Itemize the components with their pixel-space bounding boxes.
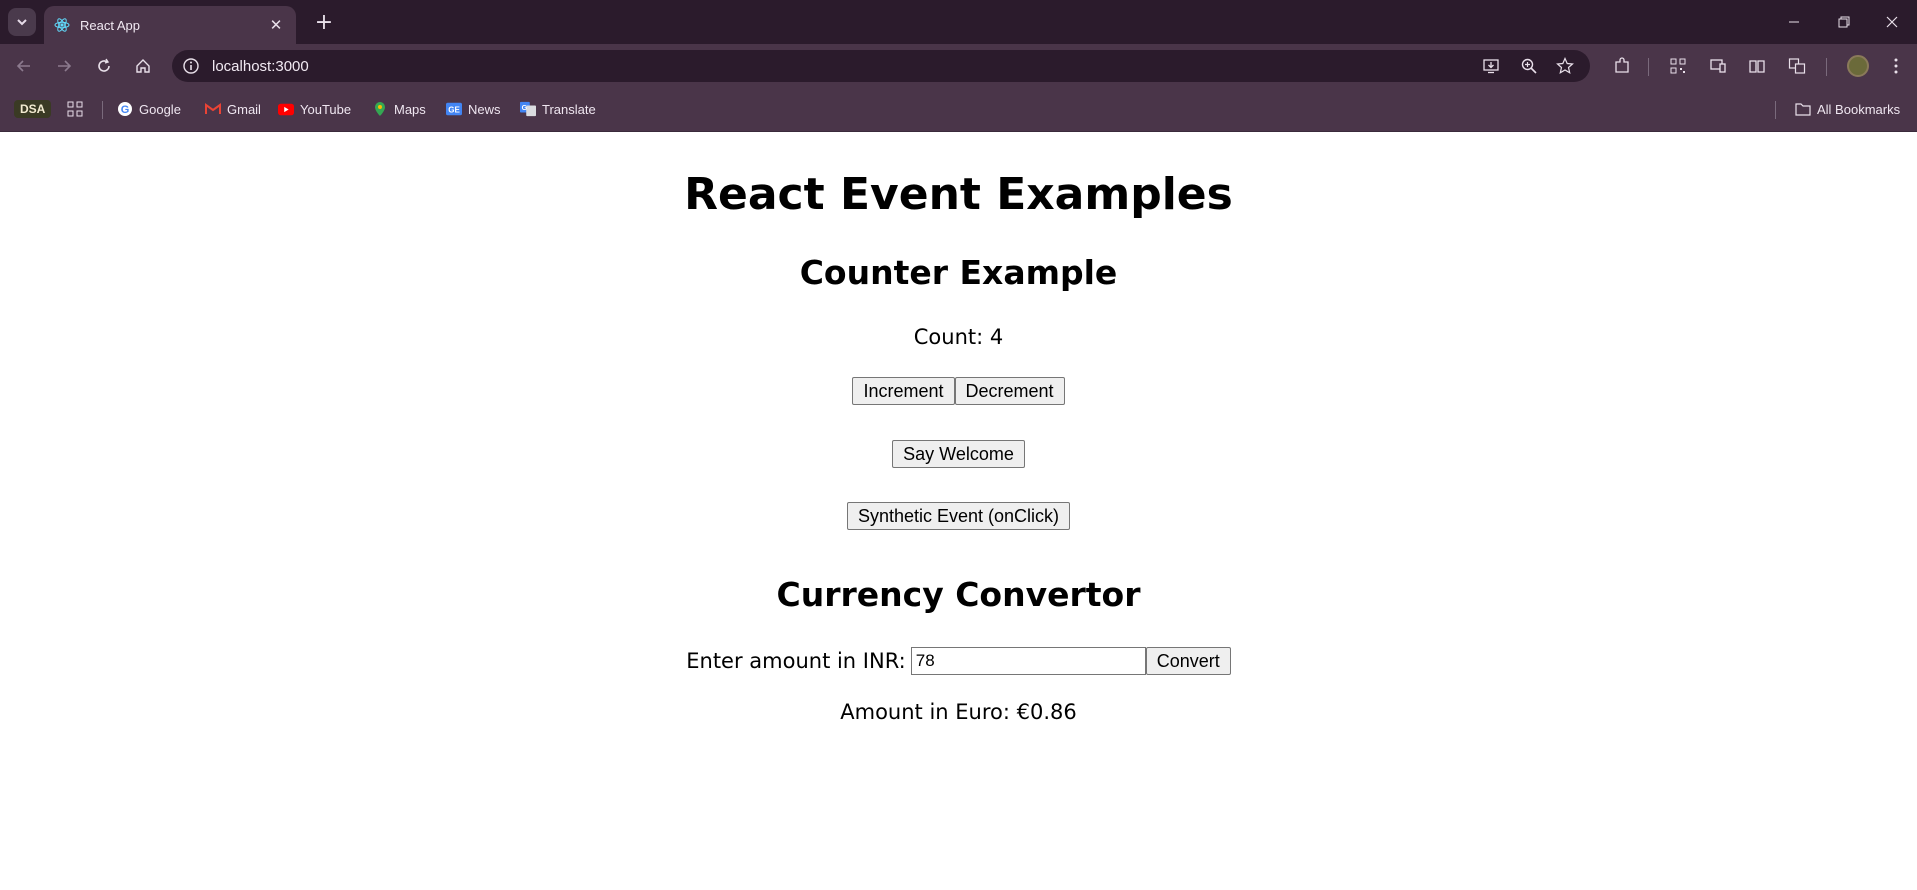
inr-input-label: Enter amount in INR:: [686, 649, 906, 673]
apps-grid-icon: [67, 101, 83, 117]
say-welcome-button[interactable]: Say Welcome: [892, 440, 1025, 468]
menu-kebab-icon[interactable]: [1887, 57, 1905, 75]
page-title: React Event Examples: [684, 169, 1233, 220]
address-bar[interactable]: localhost:3000: [172, 50, 1590, 82]
restore-icon: [1838, 16, 1850, 28]
bookmarks-bar: DSA G Google Gmail YouTube Maps GE News …: [0, 88, 1917, 132]
bookmark-google[interactable]: G Google: [117, 98, 181, 120]
bookmark-label: Google: [139, 101, 181, 117]
bookmark-label: Translate: [542, 101, 596, 117]
install-app-icon[interactable]: [1482, 57, 1500, 75]
translate-icon[interactable]: [1788, 57, 1806, 75]
bookmark-label: DSA: [14, 100, 52, 118]
welcome-row: Say Welcome: [0, 440, 1917, 468]
inr-amount-input[interactable]: [910, 647, 1146, 675]
euro-result: Amount in Euro: €0.86: [840, 700, 1077, 724]
reload-button[interactable]: [90, 52, 118, 80]
back-arrow-icon: [16, 60, 30, 72]
restore-button[interactable]: [1819, 0, 1869, 44]
bookmark-label: Maps: [394, 101, 426, 117]
bookmark-maps[interactable]: Maps: [372, 98, 426, 120]
currency-heading: Currency Convertor: [776, 575, 1141, 614]
react-logo-icon: [54, 18, 70, 32]
forward-arrow-icon: [58, 60, 72, 72]
chevron-down-icon: [17, 19, 27, 26]
bookmarks-separator: [1775, 101, 1776, 119]
google-news-icon: GE: [446, 101, 462, 117]
increment-button[interactable]: Increment: [852, 377, 955, 405]
site-info-icon[interactable]: [182, 57, 200, 75]
forward-button[interactable]: [50, 52, 78, 80]
home-icon: [136, 59, 150, 73]
reading-mode-icon[interactable]: [1748, 57, 1766, 75]
bookmark-star-icon[interactable]: [1556, 57, 1574, 75]
convert-button[interactable]: Convert: [1145, 647, 1231, 675]
bookmark-translate[interactable]: G Translate: [520, 98, 596, 120]
youtube-icon: [278, 101, 294, 117]
google-translate-icon: G: [520, 101, 536, 117]
close-window-button[interactable]: [1867, 0, 1917, 44]
bookmark-news[interactable]: GE News: [446, 98, 501, 120]
new-tab-button[interactable]: +: [310, 8, 338, 36]
tab-strip: React App ✕ +: [0, 0, 1917, 44]
page-content: React Event Examples Counter Example Cou…: [0, 133, 1917, 890]
toolbar-separator: [1648, 58, 1649, 76]
decrement-button[interactable]: Decrement: [954, 377, 1065, 405]
minimize-button[interactable]: [1769, 0, 1819, 44]
url-text: localhost:3000: [212, 57, 309, 75]
synthetic-row: Synthetic Event (onClick): [0, 502, 1917, 530]
tab-title: React App: [80, 17, 140, 33]
all-bookmarks-button[interactable]: All Bookmarks: [1795, 98, 1900, 120]
home-button[interactable]: [129, 52, 157, 80]
all-bookmarks-label: All Bookmarks: [1817, 101, 1901, 117]
extensions-icon[interactable]: [1613, 57, 1631, 75]
bookmark-label: News: [468, 101, 501, 117]
count-display: Count: 4: [913, 325, 1004, 349]
close-icon: [1886, 16, 1898, 28]
gmail-icon: [205, 101, 221, 117]
bookmark-youtube[interactable]: YouTube: [278, 98, 351, 120]
bookmark-dsa[interactable]: DSA: [14, 98, 52, 120]
tab-react-app[interactable]: React App ✕: [44, 6, 296, 44]
reload-icon: [98, 58, 110, 72]
bookmark-label: Gmail: [227, 101, 261, 117]
qr-code-icon[interactable]: [1669, 57, 1687, 75]
tab-search-button[interactable]: [8, 8, 36, 36]
synthetic-event-button[interactable]: Synthetic Event (onClick): [846, 502, 1071, 530]
bookmark-label: YouTube: [300, 101, 352, 117]
bookmarks-separator: [102, 101, 103, 119]
browser-window: React App ✕ + localhost:3000 DSA G Googl…: [0, 0, 1917, 890]
minimize-icon: [1789, 21, 1799, 23]
close-tab-icon[interactable]: ✕: [266, 16, 286, 34]
toolbar: localhost:3000: [0, 44, 1917, 88]
svg-text:GE: GE: [448, 106, 460, 115]
toolbar-separator: [1826, 58, 1827, 76]
counter-heading: Counter Example: [799, 253, 1118, 292]
folder-icon: [1795, 101, 1811, 117]
svg-text:G: G: [121, 104, 130, 116]
back-button[interactable]: [10, 52, 38, 80]
maps-pin-icon: [372, 101, 388, 117]
counter-button-row: Increment Decrement: [0, 377, 1917, 405]
devices-icon[interactable]: [1709, 57, 1727, 75]
zoom-icon[interactable]: [1520, 57, 1538, 75]
google-icon: G: [117, 101, 133, 117]
currency-input-row: Enter amount in INR: Convert: [0, 647, 1917, 675]
bookmark-gmail[interactable]: Gmail: [205, 98, 261, 120]
profile-avatar[interactable]: [1847, 55, 1869, 77]
apps-grid-button[interactable]: [67, 98, 83, 120]
svg-text:G: G: [522, 104, 528, 112]
